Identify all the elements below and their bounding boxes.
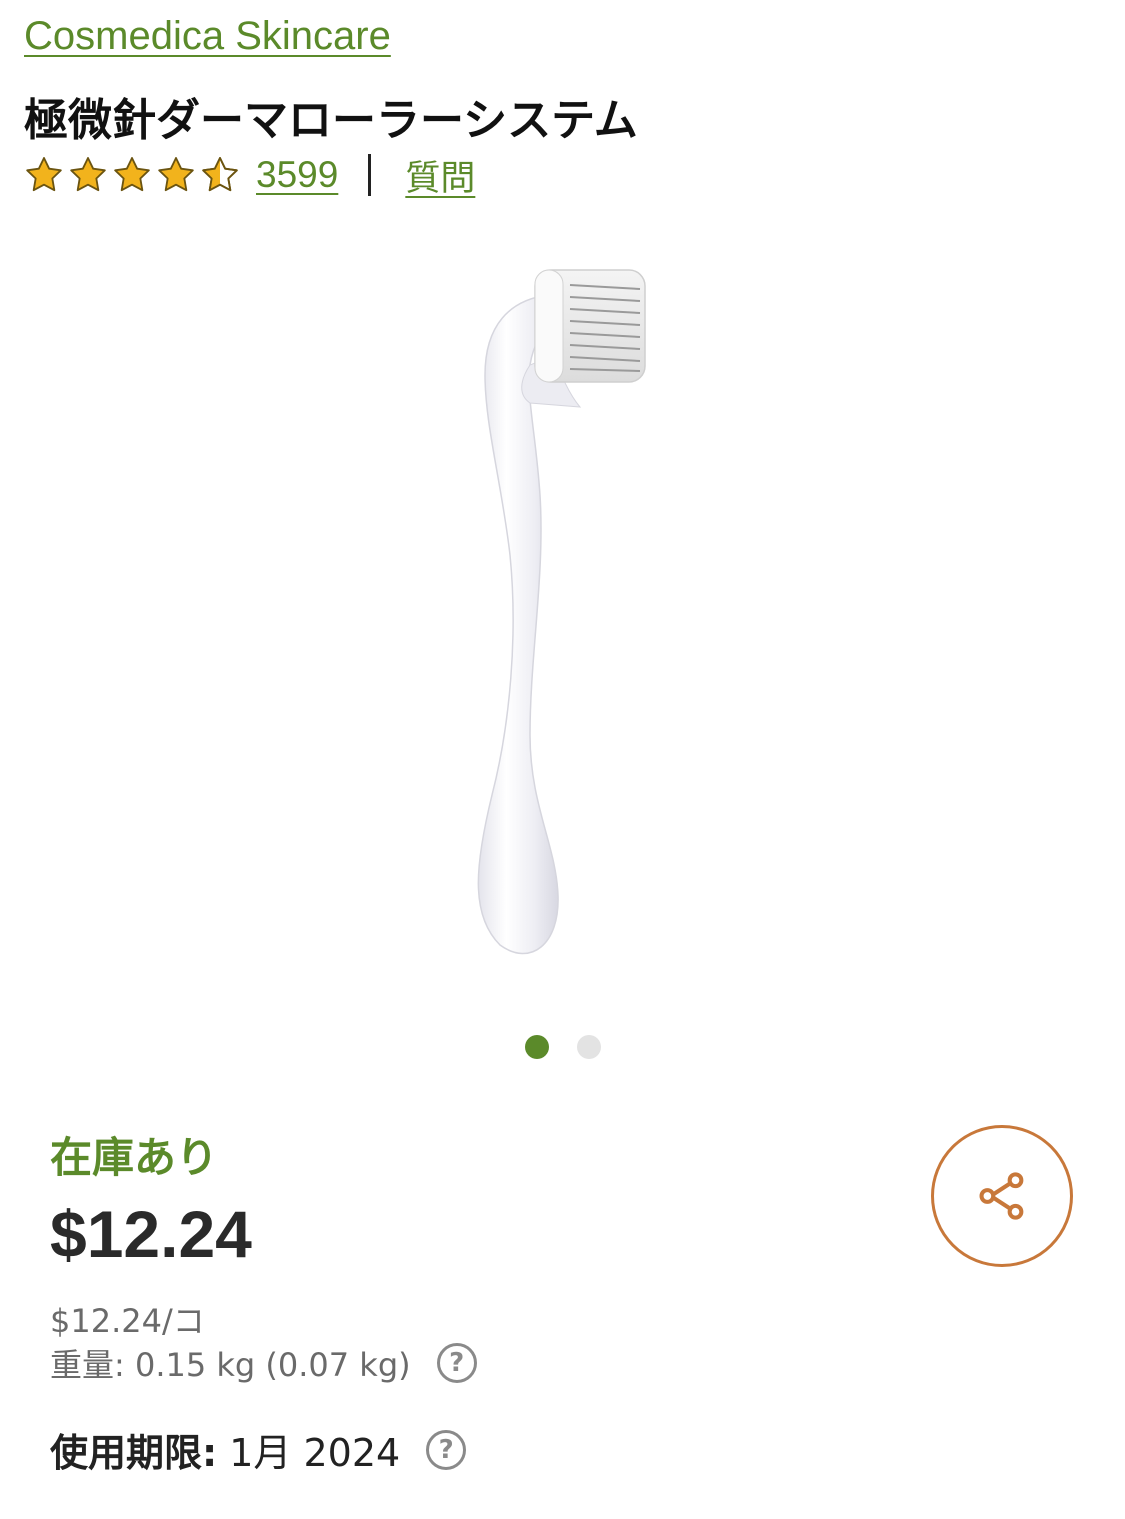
product-title: 極微針ダーマローラーシステム [24, 95, 638, 146]
expiry-help-icon[interactable]: ? [426, 1429, 467, 1470]
expiry-row: 使用期限: 1月 2024 ? [50, 1422, 467, 1477]
weight-row: 重量: 0.15 kg (0.07 kg) ? [50, 1340, 477, 1386]
star-icon [70, 157, 106, 192]
image-carousel-dots [0, 1035, 1125, 1059]
share-icon [979, 1172, 1024, 1220]
rating-divider [368, 154, 372, 196]
half-star-icon [202, 157, 238, 192]
expiry-value: 1月 2024 [229, 1431, 401, 1475]
weight-help-icon[interactable]: ? [436, 1343, 477, 1383]
star-icon [26, 157, 62, 192]
star-rating[interactable] [24, 155, 240, 195]
brand-link[interactable]: Cosmedica Skincare [24, 14, 391, 59]
star-icon [114, 157, 150, 192]
star-icon [158, 157, 194, 192]
unit-price: $12.24/コ [50, 1302, 205, 1340]
weight-text: 重量: 0.15 kg (0.07 kg) [50, 1346, 411, 1384]
questions-link[interactable]: 質問 [405, 150, 475, 201]
share-button[interactable] [931, 1125, 1073, 1267]
expiry-label: 使用期限: [50, 1431, 218, 1475]
stock-status: 在庫あり [50, 1133, 219, 1182]
review-count-link[interactable]: 3599 [256, 154, 338, 196]
price: $12.24 [50, 1197, 252, 1271]
carousel-dot-2[interactable] [576, 1035, 601, 1059]
rating-row: 3599 質問 [24, 150, 475, 200]
derma-roller-image[interactable] [430, 255, 690, 975]
carousel-dot-1[interactable] [524, 1035, 549, 1059]
